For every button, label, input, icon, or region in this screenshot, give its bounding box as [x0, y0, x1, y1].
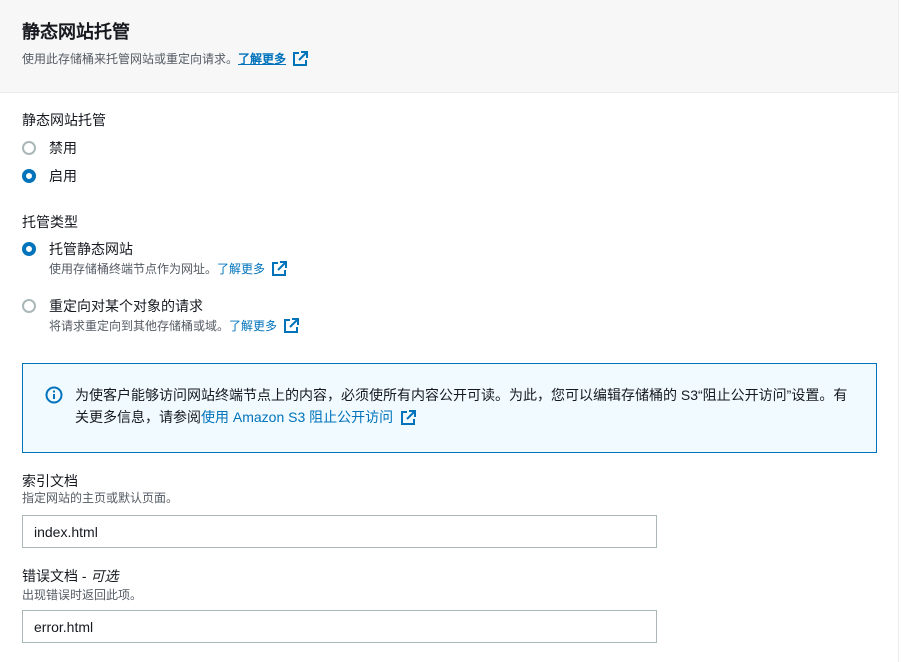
- static-website-hosting-panel: 静态网站托管 使用此存储桶来托管网站或重定向请求。 了解更多 静态网站托管 禁用…: [0, 0, 899, 662]
- radio-description: 使用存储桶终端节点作为网址。 了解更多: [49, 261, 288, 277]
- radio-description-text: 将请求重定向到其他存储桶或域。: [49, 319, 230, 333]
- info-alert: 为使客户能够访问网站终端节点上的内容，必须使所有内容公开可读。为此，您可以编辑存…: [22, 363, 877, 453]
- learn-more-link[interactable]: 了解更多: [238, 50, 286, 68]
- radio-description-text: 使用存储桶终端节点作为网址。: [49, 262, 218, 276]
- optional-label: 可选: [90, 568, 119, 584]
- label-separator: -: [78, 568, 91, 584]
- panel-title: 静态网站托管: [22, 22, 130, 42]
- panel-header: 静态网站托管 使用此存储桶来托管网站或重定向请求。 了解更多: [0, 0, 898, 93]
- radio-button-selected[interactable]: [22, 169, 36, 183]
- index-document-label: 索引文档: [22, 473, 78, 489]
- radio-disable[interactable]: 禁用: [22, 138, 77, 158]
- info-text: 为使客户能够访问网站终端节点上的内容，必须使所有内容公开可读。为此，您可以编辑存…: [75, 384, 856, 452]
- external-link-icon[interactable]: [283, 318, 300, 334]
- radio-enable[interactable]: 启用: [22, 166, 77, 186]
- radio-label: 重定向对某个对象的请求: [49, 298, 203, 314]
- external-link-icon[interactable]: [271, 261, 288, 277]
- radio-label: 托管静态网站: [49, 241, 133, 257]
- radio-label: 禁用: [49, 140, 77, 156]
- panel-description-text: 使用此存储桶来托管网站或重定向请求。: [22, 52, 239, 66]
- radio-button[interactable]: [22, 299, 36, 313]
- error-document-label: 错误文档 - 可选: [22, 566, 118, 586]
- index-document-description: 指定网站的主页或默认页面。: [22, 491, 179, 505]
- error-document-label-text: 错误文档: [22, 568, 78, 584]
- radio-button[interactable]: [22, 141, 36, 155]
- external-link-icon[interactable]: [292, 51, 309, 67]
- learn-more-link[interactable]: 了解更多: [217, 261, 265, 277]
- radio-button-selected[interactable]: [22, 242, 36, 256]
- info-icon: [45, 386, 65, 406]
- radio-redirect-requests[interactable]: 重定向对某个对象的请求 将请求重定向到其他存储桶或域。 了解更多: [22, 296, 300, 334]
- external-link-icon[interactable]: [400, 410, 417, 426]
- radio-description: 将请求重定向到其他存储桶或域。 了解更多: [49, 318, 300, 334]
- block-public-access-link[interactable]: 使用 Amazon S3 阻止公开访问: [201, 409, 393, 425]
- error-document-description: 出现错误时返回此项。: [22, 588, 143, 602]
- info-message: 为使客户能够访问网站终端节点上的内容，必须使所有内容公开可读。为此，您可以编辑存…: [75, 387, 848, 425]
- learn-more-link[interactable]: 了解更多: [229, 318, 277, 334]
- radio-host-static-website[interactable]: 托管静态网站 使用存储桶终端节点作为网址。 了解更多: [22, 239, 288, 277]
- hosting-type-label: 托管类型: [22, 214, 78, 230]
- panel-description: 使用此存储桶来托管网站或重定向请求。 了解更多: [22, 50, 876, 68]
- hosting-label: 静态网站托管: [22, 112, 106, 128]
- index-document-input[interactable]: [22, 515, 657, 548]
- error-document-input[interactable]: [22, 610, 657, 643]
- radio-label: 启用: [49, 168, 77, 184]
